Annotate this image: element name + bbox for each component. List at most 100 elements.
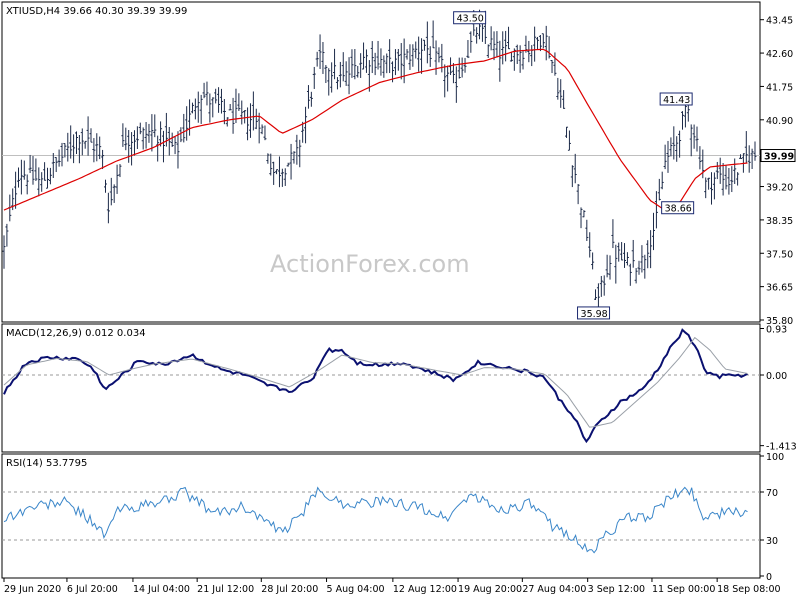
ohlc-bar: [475, 27, 479, 44]
x-tick-label: 19 Aug 20:00: [458, 584, 522, 595]
ohlc-bar: [649, 230, 653, 269]
ohlc-bar: [248, 103, 252, 138]
ohlc-bar: [396, 48, 400, 71]
ohlc-bar: [698, 146, 702, 170]
ohlc-bar: [521, 49, 525, 70]
x-tick-label: 3 Sep 12:00: [588, 584, 645, 595]
ohlc-bar: [159, 121, 163, 147]
ohlc-bar: [599, 275, 603, 297]
ohlc-bar: [205, 81, 209, 106]
price-y-tick-label: 36.65: [766, 283, 793, 294]
ohlc-bar: [446, 65, 450, 92]
ohlc-bar: [538, 34, 542, 52]
ohlc-bar: [373, 52, 377, 76]
ohlc-bar: [640, 245, 644, 273]
ohlc-bar: [704, 177, 708, 199]
ohlc-bar: [19, 159, 23, 195]
ohlc-bar: [266, 153, 270, 164]
ohlc-bar: [625, 252, 629, 266]
ohlc-bar: [486, 44, 490, 58]
rsi-lines: [3, 486, 748, 554]
rsi-y-tick-label: 100: [766, 452, 784, 463]
ohlc-bar: [83, 140, 87, 149]
x-tick-label: 5 Aug 04:00: [327, 584, 385, 595]
ohlc-bar: [504, 30, 508, 62]
ohlc-bar: [411, 44, 415, 67]
ohlc-bar: [707, 177, 711, 190]
ohlc-bar: [251, 91, 255, 131]
ohlc-bar: [556, 77, 560, 100]
ohlc-bar: [594, 289, 598, 300]
ohlc-bar: [573, 153, 577, 184]
ohlc-bar: [364, 49, 368, 73]
price-y-tick-label: 42.60: [766, 49, 793, 60]
macd-y-tick-label: 0.00: [766, 371, 787, 382]
ohlc-bar: [16, 167, 20, 188]
ohlc-bar: [147, 123, 151, 143]
ohlc-bar: [654, 191, 658, 229]
ohlc-bar: [457, 57, 461, 79]
price-y-tick-label: 39.20: [766, 183, 793, 194]
ohlc-bar: [657, 178, 661, 201]
ohlc-bar: [188, 99, 192, 136]
ohlc-bar: [736, 172, 740, 186]
ohlc-bar: [141, 127, 145, 150]
ohlc-bar: [2, 235, 6, 269]
ohlc-bar: [518, 45, 522, 73]
ohlc-bar: [138, 122, 142, 135]
ohlc-bar: [292, 151, 296, 164]
ohlc-bar: [727, 168, 731, 195]
ohlc-bar: [14, 171, 18, 209]
ohlc-bar: [182, 113, 186, 143]
ohlc-bar: [379, 48, 383, 76]
ohlc-bar: [106, 192, 110, 224]
x-tick-label: 27 Aug 04:00: [522, 584, 586, 595]
ohlc-bar: [333, 48, 337, 80]
x-tick-label: 29 Jun 2020: [4, 584, 61, 595]
ohlc-bar: [318, 34, 322, 69]
ohlc-bar: [40, 172, 44, 192]
ohlc-bar: [109, 177, 113, 206]
rsi-y-tick-label: 0: [766, 572, 772, 583]
ohlc-bar: [173, 136, 177, 155]
ohlc-bar: [501, 31, 505, 65]
ohlc-bar: [237, 93, 241, 111]
ohlc-bar: [451, 63, 455, 84]
ohlc-bar: [681, 111, 685, 130]
ohlc-bar: [214, 88, 218, 104]
ohlc-bar: [730, 166, 734, 193]
ohlc-bar: [489, 26, 493, 51]
ohlc-bar: [408, 44, 412, 70]
ohlc-bar: [672, 126, 676, 160]
ohlc-bar: [533, 26, 537, 62]
ohlc-bar: [45, 167, 49, 189]
price-annotation: 38.66: [661, 201, 695, 215]
ohlc-bar: [306, 85, 310, 109]
x-tick-label: 14 Jul 04:00: [133, 584, 190, 595]
ohlc-bar: [710, 172, 714, 205]
ohlc-bar: [565, 126, 569, 138]
ohlc-bar: [652, 212, 656, 251]
ohlc-bar: [695, 126, 699, 152]
ohlc-bar: [567, 130, 571, 151]
ohlc-bar: [460, 57, 464, 78]
ohlc-bar: [115, 164, 119, 194]
ohlc-bar: [150, 114, 154, 152]
ohlc-bar: [130, 132, 134, 166]
ohlc-bar: [196, 91, 200, 123]
ohlc-bar: [712, 172, 716, 200]
ohlc-bar: [596, 283, 600, 308]
ohlc-bar: [132, 130, 136, 156]
macd-y-tick-label: 0.93: [766, 325, 787, 336]
rsi-header: RSI(14) 53.7795: [6, 458, 87, 469]
annotation-label: 43.50: [457, 14, 484, 25]
price-header: XTIUSD,H4 39.66 40.30 39.39 39.99: [6, 6, 187, 17]
ohlc-bar: [495, 31, 499, 58]
x-axis: 29 Jun 2020 6 Jul 20:00 14 Jul 04:00 21 Jul…: [3, 578, 781, 595]
ohlc-bar: [675, 136, 679, 162]
ohlc-bar: [101, 149, 105, 170]
ohlc-bar: [31, 156, 35, 185]
price-y-axis: 43.4542.6041.7540.9040.0539.2038.3537.50…: [760, 16, 793, 327]
ohlc-bar: [399, 43, 403, 80]
current-price-text: 39.99: [764, 152, 794, 163]
